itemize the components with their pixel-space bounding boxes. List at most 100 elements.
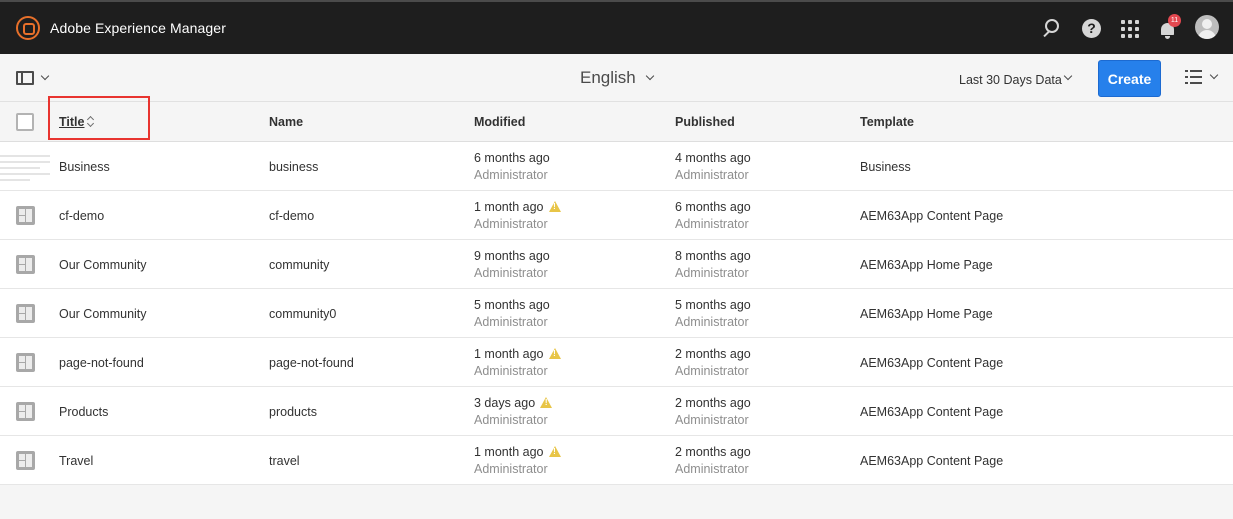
view-switcher[interactable] [1185,69,1223,89]
row-title: Products [59,405,109,419]
published-by: Administrator [675,364,749,378]
modified-by: Administrator [474,168,548,182]
warning-icon [548,348,561,359]
apps-grid-icon[interactable] [1119,18,1141,40]
modified-time: 1 month ago [474,200,544,214]
highlight-annotation [48,96,150,140]
published-by: Administrator [675,168,749,182]
modified-by: Administrator [474,315,548,329]
adobe-logo-icon[interactable] [16,16,40,40]
warning-icon [548,446,561,457]
published-by: Administrator [675,462,749,476]
warning-icon [548,201,561,212]
create-button[interactable]: Create [1098,60,1161,97]
warning-icon [540,397,553,408]
published-time: 2 months ago [675,347,751,361]
select-all-checkbox[interactable] [16,113,34,131]
search-icon[interactable] [1042,18,1064,40]
language-label: English [580,68,636,87]
row-title: Business [59,160,110,174]
page-icon [16,206,35,225]
table-row[interactable]: Our Community community 9 months ago Admini… [0,240,1233,289]
row-title: cf-demo [59,209,105,223]
row-published: 5 months ago Administrator [675,298,751,329]
published-time: 2 months ago [675,445,751,459]
table-row[interactable]: cf-democf-demo1 month agoAdministrator6 … [0,191,1233,240]
row-published: 6 months ago Administrator [675,200,751,231]
row-modified: 1 month ago Administrator [474,445,561,476]
page-icon [16,255,35,274]
row-modified: 1 month ago Administrator [474,200,561,231]
table-body: Business business 6 months ago Administrato… [0,142,1233,485]
row-template: AEM63App Content Page [860,356,1004,370]
page-icon [16,402,35,421]
modified-by: Administrator [474,364,548,378]
row-published: 8 months ago Administrator [675,249,751,280]
table-row[interactable]: Our Community community0 5 months ago Admin… [0,289,1233,338]
chevron-down-icon [1063,71,1073,81]
row-template: AEM63App Home Page [860,307,993,321]
row-published: 2 months ago Administrator [675,396,751,427]
page-icon [16,353,35,372]
published-by: Administrator [675,266,749,280]
published-time: 6 months ago [675,200,751,214]
row-name: community [269,258,330,272]
row-name: community0 [269,307,337,321]
row-template: AEM63App Content Page [860,405,1004,419]
published-time: 2 months ago [675,396,751,410]
side-panel-icon [16,71,34,85]
chevron-down-icon [40,71,50,81]
column-header-published[interactable]: Published [675,115,735,129]
page-thumbnail-icon [0,152,50,182]
published-by: Administrator [675,413,749,427]
page-icon [16,304,35,323]
analytics-period-selector[interactable]: Last 30 Days Data [959,71,1073,89]
row-modified: 1 month ago Administrator [474,347,561,378]
modified-by: Administrator [474,217,548,231]
chevron-down-icon [1209,70,1219,80]
modified-by: Administrator [474,266,548,280]
table-header: Title Name Modified Published Template [0,96,1233,142]
page-icon [16,451,35,470]
row-title: Our Community [59,307,147,321]
published-by: Administrator [675,315,749,329]
modified-time: 3 days ago [474,396,536,410]
table-row[interactable]: page-not-found page-not-found 1 month ago A… [0,338,1233,387]
app-title[interactable]: Adobe Experience Manager [50,20,226,36]
bell-icon[interactable]: 11 [1158,14,1181,40]
row-modified: 5 months ago Administrator [474,298,550,329]
table-row[interactable]: Productsproducts3 days agoAdministrator2… [0,387,1233,436]
table-row[interactable]: Business business 6 months ago Administrato… [0,142,1233,191]
row-title: Travel [59,454,94,468]
rail-toggle-button[interactable] [14,70,54,88]
chevron-down-icon [645,71,655,81]
row-title: page-not-found [59,356,144,370]
column-header-name[interactable]: Name [269,115,303,129]
row-modified: 3 days ago Administrator [474,396,553,427]
row-name: products [269,405,317,419]
help-icon[interactable]: ? [1081,18,1103,40]
action-bar: English Last 30 Days Data Create [0,54,1233,102]
period-label: Last 30 Days Data [959,73,1062,87]
table-row[interactable]: Traveltravel1 month agoAdministrator2 mo… [0,436,1233,485]
row-published: 2 months ago Administrator [675,445,751,476]
row-name: cf-demo [269,209,315,223]
row-name: page-not-found [269,356,354,370]
published-time: 8 months ago [675,249,751,263]
language-selector[interactable]: English [580,68,655,90]
modified-time: 5 months ago [474,298,550,312]
modified-time: 1 month ago [474,445,544,459]
published-by: Administrator [675,217,749,231]
user-avatar-icon[interactable] [1195,15,1219,39]
modified-by: Administrator [474,462,548,476]
modified-by: Administrator [474,413,548,427]
column-header-template[interactable]: Template [860,115,914,129]
column-header-modified[interactable]: Modified [474,115,525,129]
notification-badge: 11 [1168,14,1181,27]
published-time: 4 months ago [675,151,751,165]
row-name: business [269,160,319,174]
row-name: travel [269,454,300,468]
row-template: AEM63App Content Page [860,209,1004,223]
row-title: Our Community [59,258,147,272]
row-published: 2 months ago Administrator [675,347,751,378]
